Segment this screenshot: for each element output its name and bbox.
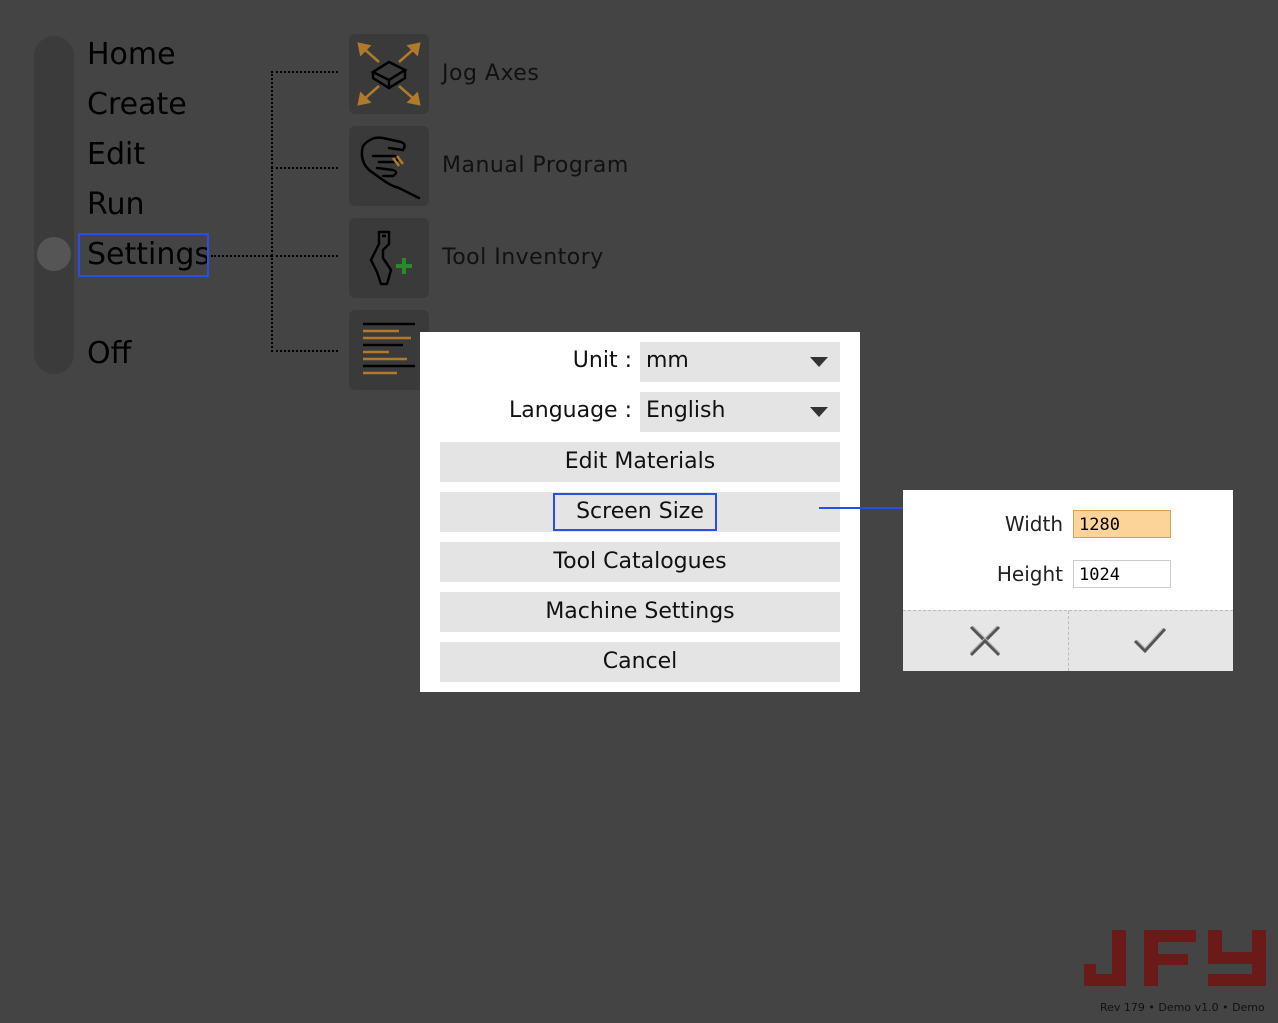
settings-dialog: Unit : mm Language : English Edit Materi… [420,332,860,692]
nav-item-create[interactable]: Create [87,87,187,123]
connector [271,71,273,352]
text-align-button[interactable] [349,310,429,390]
callout-arrow-line [819,507,911,509]
jfy-logo [1084,930,1266,986]
machine-settings-button[interactable]: Machine Settings [440,592,840,632]
language-select-value: English [646,398,726,423]
width-label: Width [1004,512,1063,536]
nav-selection-highlight [78,233,209,277]
language-select[interactable]: English [640,392,840,432]
jog-axes-button[interactable] [349,34,429,114]
nav-item-home[interactable]: Home [87,37,176,73]
cancel-button[interactable]: Cancel [440,642,840,682]
connector [271,350,338,352]
height-input[interactable]: 1024 [1073,560,1171,588]
tool-catalogues-button[interactable]: Tool Catalogues [440,542,840,582]
width-input[interactable]: 1280 [1073,510,1171,538]
manual-program-icon [360,136,421,200]
tool-inventory-icon [369,230,412,286]
nav-item-run[interactable]: Run [87,187,145,223]
submenu-label-manual-program[interactable]: Manual Program [442,153,629,178]
unit-select-value: mm [646,348,689,373]
language-label: Language : [509,398,632,423]
nav-item-edit[interactable]: Edit [87,137,145,173]
submenu-label-tool-inventory[interactable]: Tool Inventory [442,245,604,270]
nav-rail [34,36,74,374]
text-align-icon [363,322,415,375]
screen-size-highlight [553,493,717,531]
revision-text: Rev 179 • Demo v1.0 • Demo [1100,1001,1265,1014]
unit-select[interactable]: mm [640,342,840,382]
popup-footer [903,610,1233,671]
nav-item-off[interactable]: Off [87,336,131,372]
connector [271,167,338,169]
connector [271,255,338,257]
popup-confirm-button[interactable] [1068,611,1233,671]
connector [211,255,272,257]
screen-size-popup: Width 1280 Height 1024 [903,490,1233,671]
submenu-label-jog-axes[interactable]: Jog Axes [442,61,539,86]
close-x-icon [969,625,1001,657]
checkmark-icon [1133,627,1167,654]
connector [271,71,338,73]
manual-program-button[interactable] [349,126,429,206]
chevron-down-icon [810,357,828,367]
height-label: Height [996,562,1063,586]
edit-materials-button[interactable]: Edit Materials [440,442,840,482]
jog-axes-icon [357,42,421,106]
chevron-down-icon [810,407,828,417]
tool-inventory-button[interactable] [349,218,429,298]
nav-slider-knob[interactable] [37,237,71,271]
unit-label: Unit : [572,348,632,373]
popup-cancel-button[interactable] [903,611,1068,671]
